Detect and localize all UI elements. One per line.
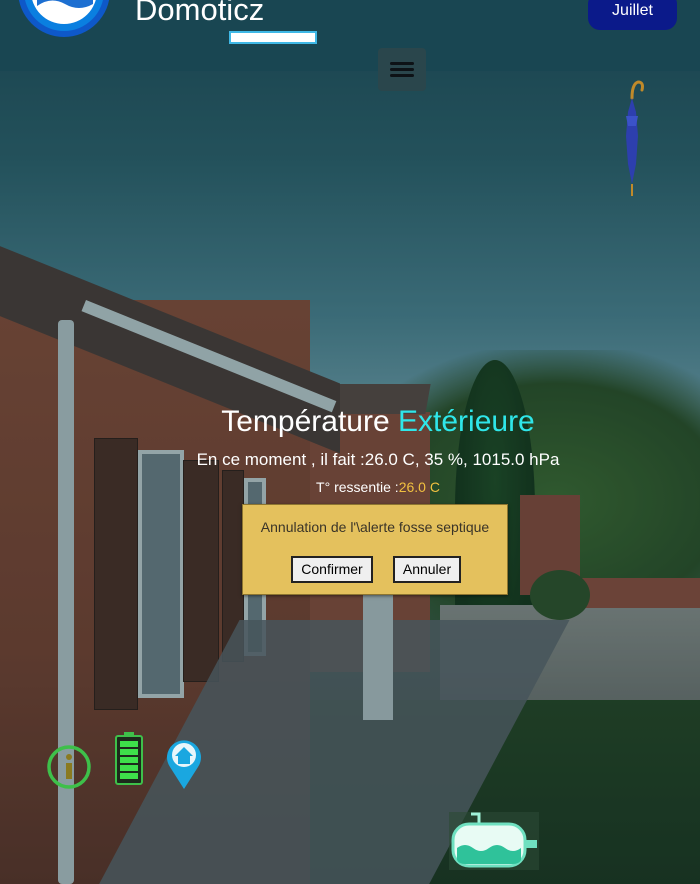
temperature-title-main: Température [221, 405, 390, 438]
top-bar: Domoticz Juillet [0, 0, 700, 71]
cancel-button[interactable]: Annuler [393, 556, 461, 583]
hamburger-menu-icon[interactable] [378, 48, 426, 91]
domoticz-logo-icon[interactable] [17, 0, 111, 38]
temperature-title: Température Extérieure [0, 405, 700, 439]
feels-like: T° ressentie :26.0 C [0, 479, 700, 495]
title-underline [229, 31, 317, 44]
app-title: Domoticz [135, 0, 265, 27]
feels-like-label: T° ressentie : [316, 479, 399, 495]
month-button[interactable]: Juillet [588, 0, 677, 30]
current-conditions: En ce moment , il fait :26.0 C, 35 %, 10… [196, 450, 560, 469]
overlay-shade [0, 0, 700, 884]
temperature-title-accent: Extérieure [398, 405, 535, 438]
battery-icon[interactable] [114, 732, 144, 786]
home-location-pin-icon[interactable] [163, 735, 205, 791]
umbrella-closed-icon [626, 80, 644, 196]
feels-like-value: 26.0 C [398, 479, 440, 495]
alert-cancel-dialog: Annulation de l'\alerte fosse septique C… [242, 504, 508, 595]
dialog-message: Annulation de l'\alerte fosse septique [260, 519, 490, 535]
septic-tank-icon[interactable] [449, 812, 539, 870]
confirm-button[interactable]: Confirmer [291, 556, 373, 583]
info-icon[interactable] [46, 744, 92, 790]
background-photo [0, 0, 700, 884]
